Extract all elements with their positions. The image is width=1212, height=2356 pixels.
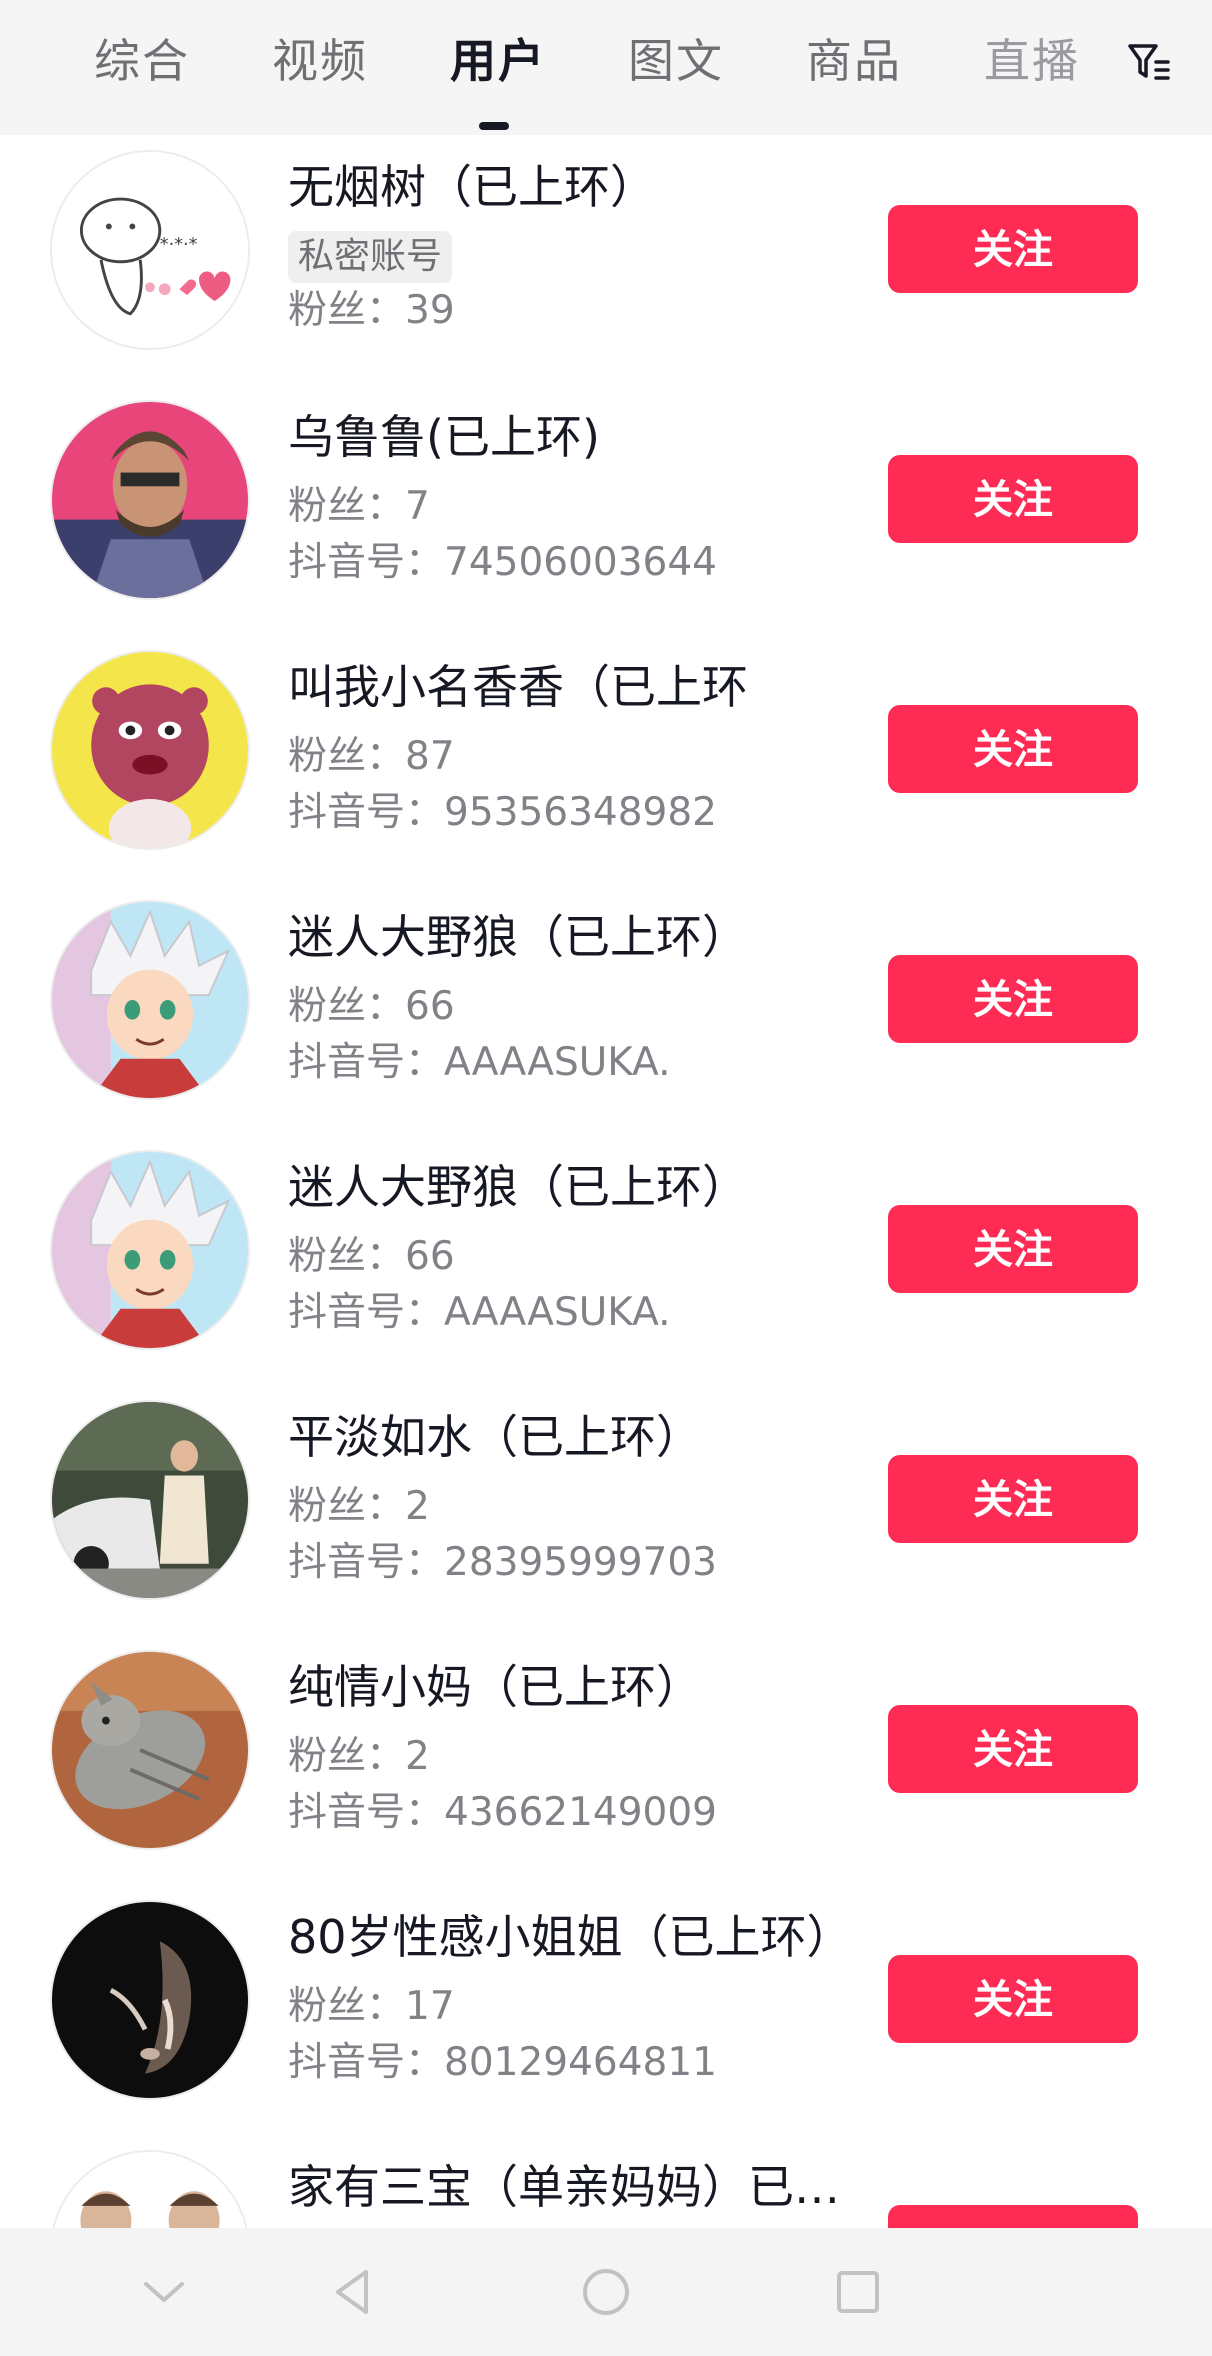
user-name[interactable]: 无烟树（已上环） [288,157,656,217]
user-row[interactable]: 80岁性感小姐姐（已上环） 粉丝：17 抖音号：80129464811 关注 [0,1885,1212,2135]
follow-button[interactable]: 关注 [888,1705,1138,1793]
home-circle-icon[interactable] [578,2264,634,2320]
avatar[interactable] [50,1150,250,1350]
user-name[interactable]: 迷人大野狼（已上环） [288,1157,748,1217]
tab-image-text[interactable]: 图文 [628,30,724,92]
tab-comprehensive[interactable]: 综合 [94,30,190,92]
follow-button[interactable]: 关注 [888,455,1138,543]
user-douyin-id: 抖音号：95356348982 [288,790,717,835]
user-row[interactable]: 迷人大野狼（已上环） 粉丝：66 抖音号：AAAASUKA. 关注 [0,885,1212,1135]
follow-button[interactable]: 关注 [888,1205,1138,1293]
user-douyin-id: 抖音号：43662149009 [288,1790,717,1835]
user-douyin-id: 抖音号：28395999703 [288,1540,717,1585]
private-account-badge: 私密账号 [288,231,453,283]
avatar[interactable] [50,650,250,850]
user-name[interactable]: 家有三宝（单亲妈妈）已… [288,2157,840,2217]
system-navigation-bar [0,2228,1212,2356]
user-name[interactable]: 叫我小名香香（已上环 [288,657,748,717]
user-row[interactable]: 平淡如水（已上环） 粉丝：2 抖音号：28395999703 关注 [0,1385,1212,1635]
user-name[interactable]: 迷人大野狼（已上环） [288,907,748,967]
recents-square-icon[interactable] [830,2264,886,2320]
user-name[interactable]: 80岁性感小姐姐（已上环） [288,1907,853,1967]
user-fans-count: 粉丝：39 [288,288,455,333]
user-fans-count: 粉丝：2 [288,1734,430,1779]
user-fans-count: 粉丝：2 [288,1484,430,1529]
avatar[interactable] [50,900,250,1100]
tab-users[interactable]: 用户 [450,30,546,92]
user-row[interactable]: 家有三宝（单亲妈妈）已… 关注 [0,2135,1212,2228]
filter-icon[interactable] [1126,40,1172,86]
user-douyin-id: 抖音号：74506003644 [288,540,717,585]
user-fans-count: 粉丝：66 [288,984,455,1029]
user-row[interactable]: 迷人大野狼（已上环） 粉丝：66 抖音号：AAAASUKA. 关注 [0,1135,1212,1385]
follow-button[interactable]: 关注 [888,205,1138,293]
avatar[interactable]: *·*·* [50,150,250,350]
tab-products[interactable]: 商品 [806,30,902,92]
user-row[interactable]: 纯情小妈（已上环） 粉丝：2 抖音号：43662149009 关注 [0,1635,1212,1885]
user-fans-count: 粉丝：87 [288,734,455,779]
follow-button[interactable]: 关注 [888,1455,1138,1543]
follow-button[interactable]: 关注 [888,705,1138,793]
avatar[interactable] [50,1650,250,1850]
search-tab-bar: 综合 视频 用户 图文 商品 直播 [0,0,1212,135]
avatar[interactable] [50,400,250,600]
avatar[interactable] [50,1900,250,2100]
active-tab-indicator [479,122,509,130]
user-row[interactable]: 叫我小名香香（已上环 粉丝：87 抖音号：95356348982 关注 [0,635,1212,885]
avatar[interactable] [50,1400,250,1600]
chevron-down-icon[interactable] [136,2264,192,2320]
follow-button[interactable]: 关注 [888,2205,1138,2228]
back-triangle-icon[interactable] [326,2264,382,2320]
user-row[interactable]: 乌鲁鲁(已上环) 粉丝：7 抖音号：74506003644 关注 [0,385,1212,635]
user-name[interactable]: 纯情小妈（已上环） [288,1657,702,1717]
user-douyin-id: 抖音号：AAAASUKA. [288,1040,671,1085]
user-fans-count: 粉丝：17 [288,1984,455,2029]
user-fans-count: 粉丝：66 [288,1234,455,1279]
svg-text:*·*·*: *·*·* [160,235,198,255]
user-fans-count: 粉丝：7 [288,484,430,529]
avatar[interactable] [50,2150,250,2228]
user-result-list[interactable]: *·*·* 无烟树（已上环） 私密账号 粉丝：39 关注 乌鲁鲁(已上环) 粉丝… [0,135,1212,2228]
tab-live[interactable]: 直播 [984,30,1080,92]
user-douyin-id: 抖音号：80129464811 [288,2040,717,2085]
user-name[interactable]: 乌鲁鲁(已上环) [288,407,600,467]
tab-video[interactable]: 视频 [272,30,368,92]
follow-button[interactable]: 关注 [888,955,1138,1043]
follow-button[interactable]: 关注 [888,1955,1138,2043]
user-row[interactable]: *·*·* 无烟树（已上环） 私密账号 粉丝：39 关注 [0,135,1212,385]
user-douyin-id: 抖音号：AAAASUKA. [288,1290,671,1335]
user-name[interactable]: 平淡如水（已上环） [288,1407,702,1467]
